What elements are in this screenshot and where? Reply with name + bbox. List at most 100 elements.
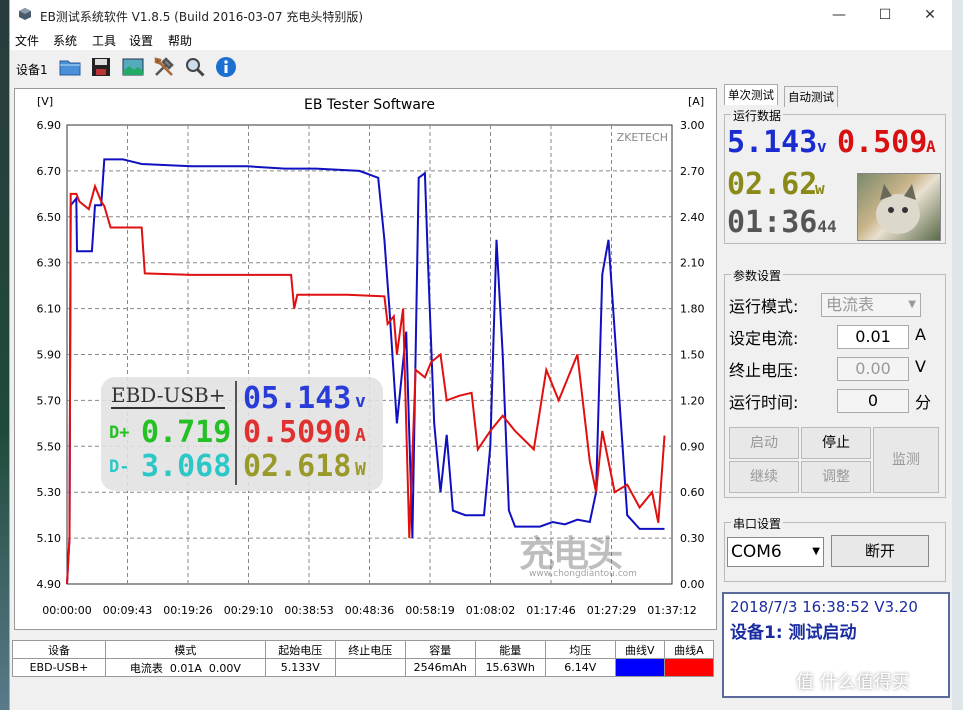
y-tick-label-right: 1.50 [680, 349, 705, 362]
y-tick-label-right: 0.90 [680, 440, 705, 453]
search-icon[interactable] [183, 55, 207, 79]
y-tick-label-left: 5.10 [37, 532, 62, 545]
maximize-button[interactable]: ☐ [862, 0, 908, 30]
run-time-hours: 01 [727, 205, 764, 240]
x-tick-label: 00:58:19 [405, 604, 454, 617]
overlay-power: 02.618 [243, 449, 352, 484]
run-power-unit: w [815, 179, 825, 198]
overlay-current: 0.5090 [243, 415, 352, 450]
x-tick-label: 01:08:02 [466, 604, 515, 617]
table-cell: 6.14V [544, 658, 616, 677]
set-current-input[interactable]: 0.01 [837, 325, 909, 349]
watermark-url: www.chongdiantou.com [529, 569, 637, 579]
status-message: 设备1: 测试启动 [730, 623, 857, 643]
y-tick-label-right: 2.10 [680, 257, 705, 270]
y-tick-label-left: 6.50 [37, 211, 62, 224]
curve-v-swatch[interactable] [614, 658, 665, 677]
menu-tools[interactable]: 工具 [92, 32, 116, 49]
y-axis-label-right: [A] [688, 95, 704, 108]
mode-select[interactable]: 电流表 ▼ [821, 293, 921, 317]
y-axis-label-left: [V] [37, 95, 53, 108]
table-header: 曲线A [663, 640, 715, 659]
table-cell: 2546mAh [404, 658, 476, 677]
overlay-divider [235, 381, 237, 485]
table-header: 设备 [12, 640, 106, 659]
run-time-input[interactable]: 0 [837, 389, 909, 413]
run-current: 0.509 [837, 125, 928, 160]
start-button[interactable]: 启动 [729, 427, 799, 459]
stop-voltage-label: 终止电压: [729, 361, 799, 380]
right-panel: 单次测试 自动测试 运行数据 5.143 v 0.509 A 02.62 w 0… [722, 84, 950, 704]
table-header: 模式 [104, 640, 266, 659]
tools-icon[interactable] [152, 55, 176, 79]
meter-overlay: EBD-USB+ D+ 0.719 D- 3.068 05.143 v 0.50… [101, 377, 383, 491]
status-timestamp: 2018/7/3 16:38:52 V3.20 [730, 598, 918, 616]
params-group: 参数设置 运行模式: 电流表 ▼ 设定电流: 0.01 A 终止电压: 0.00… [724, 267, 946, 498]
menu-settings[interactable]: 设置 [129, 32, 153, 49]
run-voltage-unit: v [817, 137, 827, 156]
brand-watermark: 值 什么值得买 [796, 672, 910, 693]
tab-single-test[interactable]: 单次测试 [724, 84, 778, 105]
monitor-button[interactable]: 监测 [873, 427, 939, 493]
device-photo [857, 173, 941, 241]
stop-voltage-input[interactable]: 0.00 [837, 357, 909, 381]
close-button[interactable]: ✕ [907, 0, 953, 30]
overlay-current-unit: A [355, 425, 366, 446]
title-bar[interactable]: EB测试系统软件 V1.8.5 (Build 2016-03-07 充电头特别版… [10, 0, 952, 30]
table-header-row: 设备 模式 起始电压 终止电压 容量 能量 均压 曲线V 曲线A [12, 640, 715, 659]
y-tick-label-left: 6.10 [37, 303, 62, 316]
save-icon[interactable] [89, 55, 113, 79]
serial-group: 串口设置 COM6 ▼ 断开 [724, 515, 946, 582]
run-time-unit: 分 [915, 393, 932, 412]
continue-button[interactable]: 继续 [729, 461, 799, 493]
y-tick-label-left: 4.90 [37, 578, 62, 591]
menu-file[interactable]: 文件 [15, 32, 39, 49]
run-data-group: 运行数据 5.143 v 0.509 A 02.62 w 01:3644 [724, 107, 946, 244]
run-data-title: 运行数据 [731, 107, 784, 124]
x-tick-label: 01:17:46 [526, 604, 575, 617]
x-tick-label: 01:37:12 [647, 604, 696, 617]
serial-title: 串口设置 [731, 515, 784, 532]
set-current-label: 设定电流: [729, 329, 799, 348]
image-icon[interactable] [121, 55, 145, 79]
run-power: 02.62 [727, 167, 818, 202]
stop-button[interactable]: 停止 [801, 427, 871, 459]
x-tick-label: 00:00:00 [42, 604, 91, 617]
y-tick-label-left: 6.90 [37, 119, 62, 132]
summary-table: 设备 模式 起始电压 终止电压 容量 能量 均压 曲线V 曲线A EBD-USB… [12, 640, 715, 677]
device-selector[interactable]: 设备1 [16, 61, 48, 78]
app-icon [19, 8, 31, 20]
overlay-voltage-unit: v [355, 391, 366, 412]
desktop-background-left [0, 0, 9, 710]
mode-value: 电流表 [826, 295, 875, 314]
overlay-voltage: 05.143 [243, 381, 352, 416]
chart-panel: 6.90 3.00 6.70 2.70 6.50 2.40 6.30 2.10 6.10 1.80… [14, 88, 717, 630]
overlay-dminus-value: 3.068 [141, 449, 232, 484]
menu-system[interactable]: 系统 [53, 32, 77, 49]
y-tick-label-right: 0.00 [680, 578, 705, 591]
table-row[interactable]: EBD-USB+ 电流表 0.01A 0.00V 5.133V 2546mAh … [12, 658, 715, 677]
com-port-select[interactable]: COM6 ▼ [727, 537, 824, 567]
y-tick-label-right: 1.20 [680, 394, 705, 407]
tab-auto-test[interactable]: 自动测试 [784, 86, 838, 107]
y-tick-label-right: 1.80 [680, 303, 705, 316]
info-icon[interactable] [214, 55, 238, 79]
y-tick-label-left: 6.30 [37, 257, 62, 270]
minimize-button[interactable]: — [816, 0, 862, 30]
y-tick-label-right: 2.70 [680, 165, 705, 178]
desktop-background-right [951, 0, 963, 710]
table-header: 能量 [474, 640, 546, 659]
y-tick-label-left: 6.70 [37, 165, 62, 178]
disconnect-button[interactable]: 断开 [831, 535, 929, 567]
x-tick-label: 00:29:10 [224, 604, 273, 617]
menu-bar: 文件 系统 工具 设置 帮助 [10, 30, 952, 50]
y-tick-label-right: 3.00 [680, 119, 705, 132]
menu-help[interactable]: 帮助 [168, 32, 192, 49]
y-tick-label-right: 2.40 [680, 211, 705, 224]
table-header: 容量 [404, 640, 476, 659]
open-folder-icon[interactable] [58, 55, 82, 79]
table-cell [334, 658, 406, 677]
curve-a-swatch[interactable] [663, 658, 715, 677]
params-title: 参数设置 [731, 267, 784, 284]
adjust-button[interactable]: 调整 [801, 461, 871, 493]
